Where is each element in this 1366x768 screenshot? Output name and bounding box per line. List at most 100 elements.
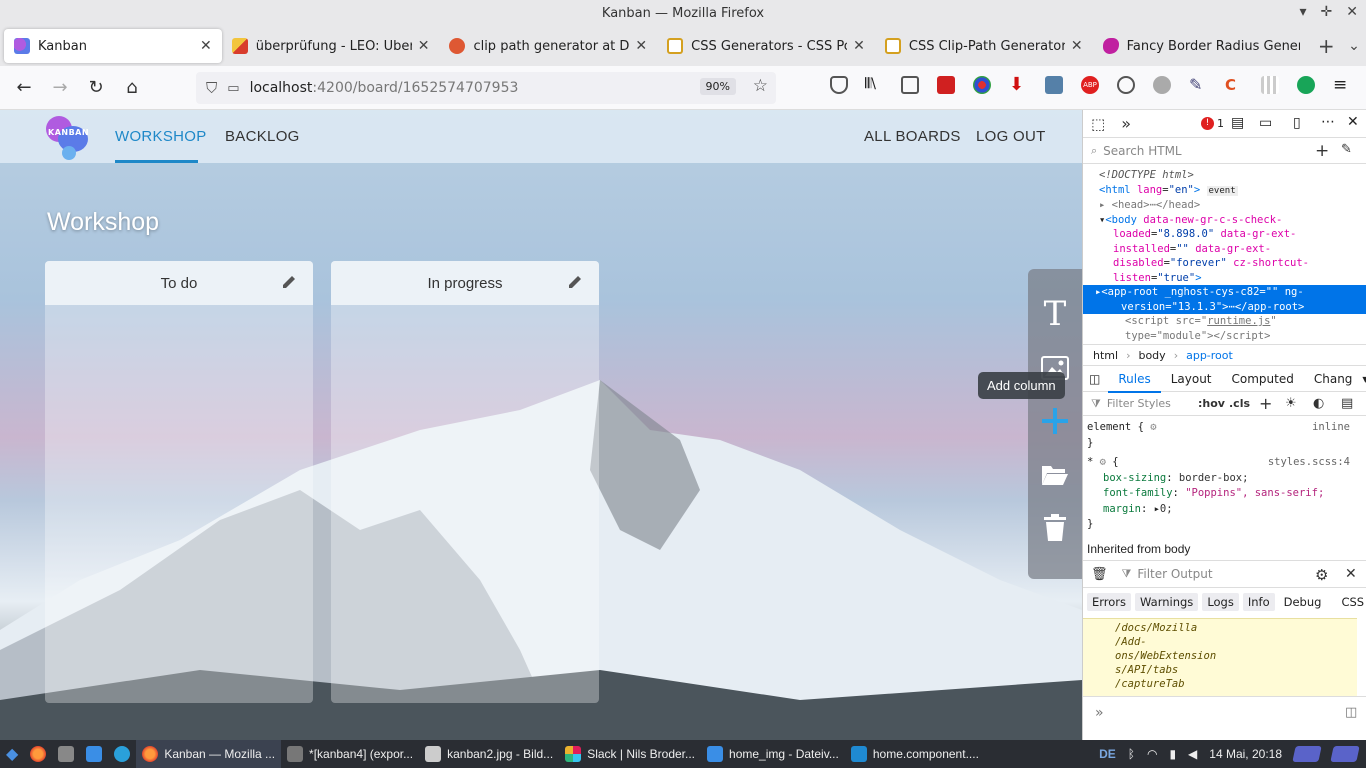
screenshot-icon[interactable]: ▭ — [1259, 115, 1272, 131]
tab-close-icon[interactable]: ✕ — [200, 38, 212, 54]
nav-all-boards[interactable]: ALL BOARDS — [864, 128, 961, 145]
tab-layout[interactable]: Layout — [1161, 372, 1222, 386]
minimize-icon[interactable]: ▾ — [1300, 4, 1307, 20]
music-extension-icon[interactable] — [1153, 76, 1171, 94]
list-tabs-icon[interactable]: ⌄ — [1342, 38, 1366, 54]
shield-icon[interactable]: ⛉ — [206, 79, 217, 97]
css-prop-line[interactable]: box-sizing: border-box; — [1087, 471, 1362, 487]
crumb-app-root[interactable]: app-root — [1186, 349, 1233, 362]
tree-line[interactable]: listen="true"> — [1087, 271, 1366, 286]
add-rule-icon[interactable]: + — [1259, 394, 1272, 413]
telegram-launcher-icon[interactable] — [108, 740, 136, 768]
page-info-icon[interactable]: ▭ — [227, 81, 239, 96]
tree-line[interactable]: type="module"></script> — [1087, 329, 1366, 344]
filter-errors[interactable]: Errors — [1087, 593, 1132, 611]
taskbar-item[interactable]: home.component.... — [845, 740, 985, 768]
tree-line[interactable]: <script src="runtime.js" — [1087, 314, 1366, 329]
tree-line-selected[interactable]: version="13.1.3">⋯</app-root> — [1083, 299, 1366, 314]
text-icon[interactable]: T — [1040, 297, 1070, 331]
bookmark-star-icon[interactable]: ☆ — [753, 76, 768, 96]
url-bar[interactable]: ⛉ ▭ localhost:4200/board/1652574707953 9… — [196, 72, 776, 104]
css-prop-line[interactable]: font-family: "Poppins", sans-serif; — [1087, 486, 1362, 502]
back-icon[interactable]: ← — [6, 77, 42, 98]
css-prop-line[interactable]: margin: ▸0; — [1087, 502, 1362, 518]
taskbar-item[interactable]: home_img - Dateiv... — [701, 740, 845, 768]
light-mode-icon[interactable]: ☀ — [1285, 396, 1297, 411]
folder-icon[interactable] — [1040, 460, 1070, 490]
crumb-html[interactable]: html — [1093, 349, 1118, 362]
tab-duckduckgo[interactable]: clip path generator at DuckD ✕ — [439, 29, 657, 63]
tab-leo[interactable]: überprüfung - LEO: Übersetz ✕ — [222, 29, 440, 63]
pick-element-icon[interactable]: ⬚ — [1091, 115, 1105, 133]
tab-computed[interactable]: Computed — [1222, 372, 1304, 386]
home-icon[interactable]: ⌂ — [114, 77, 150, 98]
screenshot-extension-icon[interactable] — [1045, 76, 1063, 94]
console-input[interactable]: » ◫ — [1083, 696, 1366, 740]
url-text[interactable]: localhost:4200/board/1652574707953 — [250, 80, 519, 96]
tab-rules[interactable]: Rules — [1108, 365, 1161, 393]
tree-line[interactable]: ▾<body data-new-gr-c-s-check- — [1087, 213, 1366, 228]
console-filter-placeholder[interactable]: Filter Output — [1137, 567, 1212, 581]
volume-icon[interactable]: ◀ — [1188, 747, 1197, 761]
maximize-icon[interactable]: ✛ — [1321, 4, 1333, 20]
edit-pencil-icon[interactable] — [281, 274, 297, 290]
tab-close-icon[interactable]: ✕ — [418, 38, 430, 54]
close-devtools-icon[interactable]: ✕ — [1347, 114, 1359, 130]
nav-log-out[interactable]: LOG OUT — [976, 128, 1046, 145]
zoom-indicator[interactable]: 90% — [699, 78, 736, 95]
add-node-icon[interactable]: + — [1315, 141, 1329, 161]
files-launcher-icon[interactable] — [80, 740, 108, 768]
tree-line-selected[interactable]: ▸<app-root _nghost-cys-c82="" ng- — [1083, 285, 1366, 300]
show-desktop-icon[interactable] — [1292, 746, 1322, 762]
flash-extension-icon[interactable] — [937, 76, 955, 94]
reload-icon[interactable]: ↻ — [78, 77, 114, 98]
rule-element[interactable]: element { ⚙ inline — [1087, 420, 1362, 436]
forward-icon[interactable]: → — [42, 77, 78, 98]
tab-close-icon[interactable]: ✕ — [1071, 38, 1083, 54]
tree-line[interactable]: installed="" data-gr-ext- — [1087, 242, 1366, 257]
tree-line[interactable]: <html lang="en"> event — [1087, 183, 1366, 199]
taskbar-item[interactable]: kanban2.jpg - Bild... — [419, 740, 559, 768]
kanban-logo[interactable]: KANBAN — [46, 116, 89, 160]
tab-close-icon[interactable]: ✕ — [853, 38, 865, 54]
nav-backlog[interactable]: BACKLOG — [225, 128, 300, 145]
sidebar-icon[interactable] — [901, 76, 919, 94]
library-icon[interactable]: 𝄃𝄃\ — [865, 76, 883, 94]
more-tools-icon[interactable]: » — [1121, 114, 1131, 133]
clear-console-icon[interactable]: 🗑 — [1091, 567, 1108, 582]
menu-icon[interactable]: ≡ — [1333, 76, 1351, 94]
tree-line[interactable]: ▸ <head>⋯</head> — [1087, 198, 1366, 213]
adblock-icon[interactable]: ABP — [1081, 76, 1099, 94]
css-extension-icon[interactable]: C — [1225, 76, 1243, 94]
tab-fancy-border-radius[interactable]: Fancy Border Radius Generat — [1093, 29, 1311, 63]
keyboard-layout[interactable]: DE — [1099, 747, 1116, 761]
eyedropper-icon[interactable]: ✎ — [1189, 76, 1207, 94]
clock[interactable]: 14 Mai, 20:18 — [1209, 747, 1282, 761]
filter-debug[interactable]: Debug — [1279, 593, 1327, 611]
desktop-icon[interactable] — [52, 740, 80, 768]
tab-changes[interactable]: Chang — [1304, 372, 1363, 386]
taskbar-item[interactable]: Kanban — Mozilla ... — [136, 740, 282, 768]
dock-icon[interactable]: ▯ — [1293, 115, 1301, 131]
grammarly-icon[interactable] — [1297, 76, 1315, 94]
close-console-icon[interactable]: ✕ — [1345, 566, 1357, 582]
downloads-icon[interactable] — [1117, 76, 1135, 94]
nav-workshop[interactable]: WORKSHOP — [115, 128, 207, 145]
app-launcher-icon[interactable]: ◆ — [0, 740, 24, 768]
print-media-icon[interactable]: ▤ — [1341, 396, 1353, 411]
filter-css[interactable]: CSS — [1336, 593, 1366, 611]
tree-line[interactable]: disabled="forever" cz-shortcut- — [1087, 256, 1366, 271]
qr-extension-icon[interactable] — [1261, 76, 1279, 94]
dark-mode-icon[interactable]: ◐ — [1313, 396, 1324, 411]
trash-icon[interactable] — [1040, 513, 1070, 543]
cls-toggle[interactable]: .cls — [1229, 397, 1250, 410]
filter-warnings[interactable]: Warnings — [1135, 593, 1199, 611]
html-search[interactable]: ⌕ Search HTML + ✎ — [1083, 138, 1366, 164]
taskbar-item[interactable]: Slack | Nils Broder... — [559, 740, 701, 768]
overflow-menu-icon[interactable]: ⋯ — [1321, 114, 1335, 130]
split-console-icon[interactable]: ◫ — [1345, 705, 1357, 720]
wifi-icon[interactable]: ◠ — [1147, 747, 1157, 761]
tab-kanban[interactable]: Kanban ✕ — [4, 29, 222, 63]
responsive-icon[interactable]: ▤ — [1231, 115, 1244, 131]
chevron-down-icon[interactable]: ▾ — [1362, 372, 1366, 386]
